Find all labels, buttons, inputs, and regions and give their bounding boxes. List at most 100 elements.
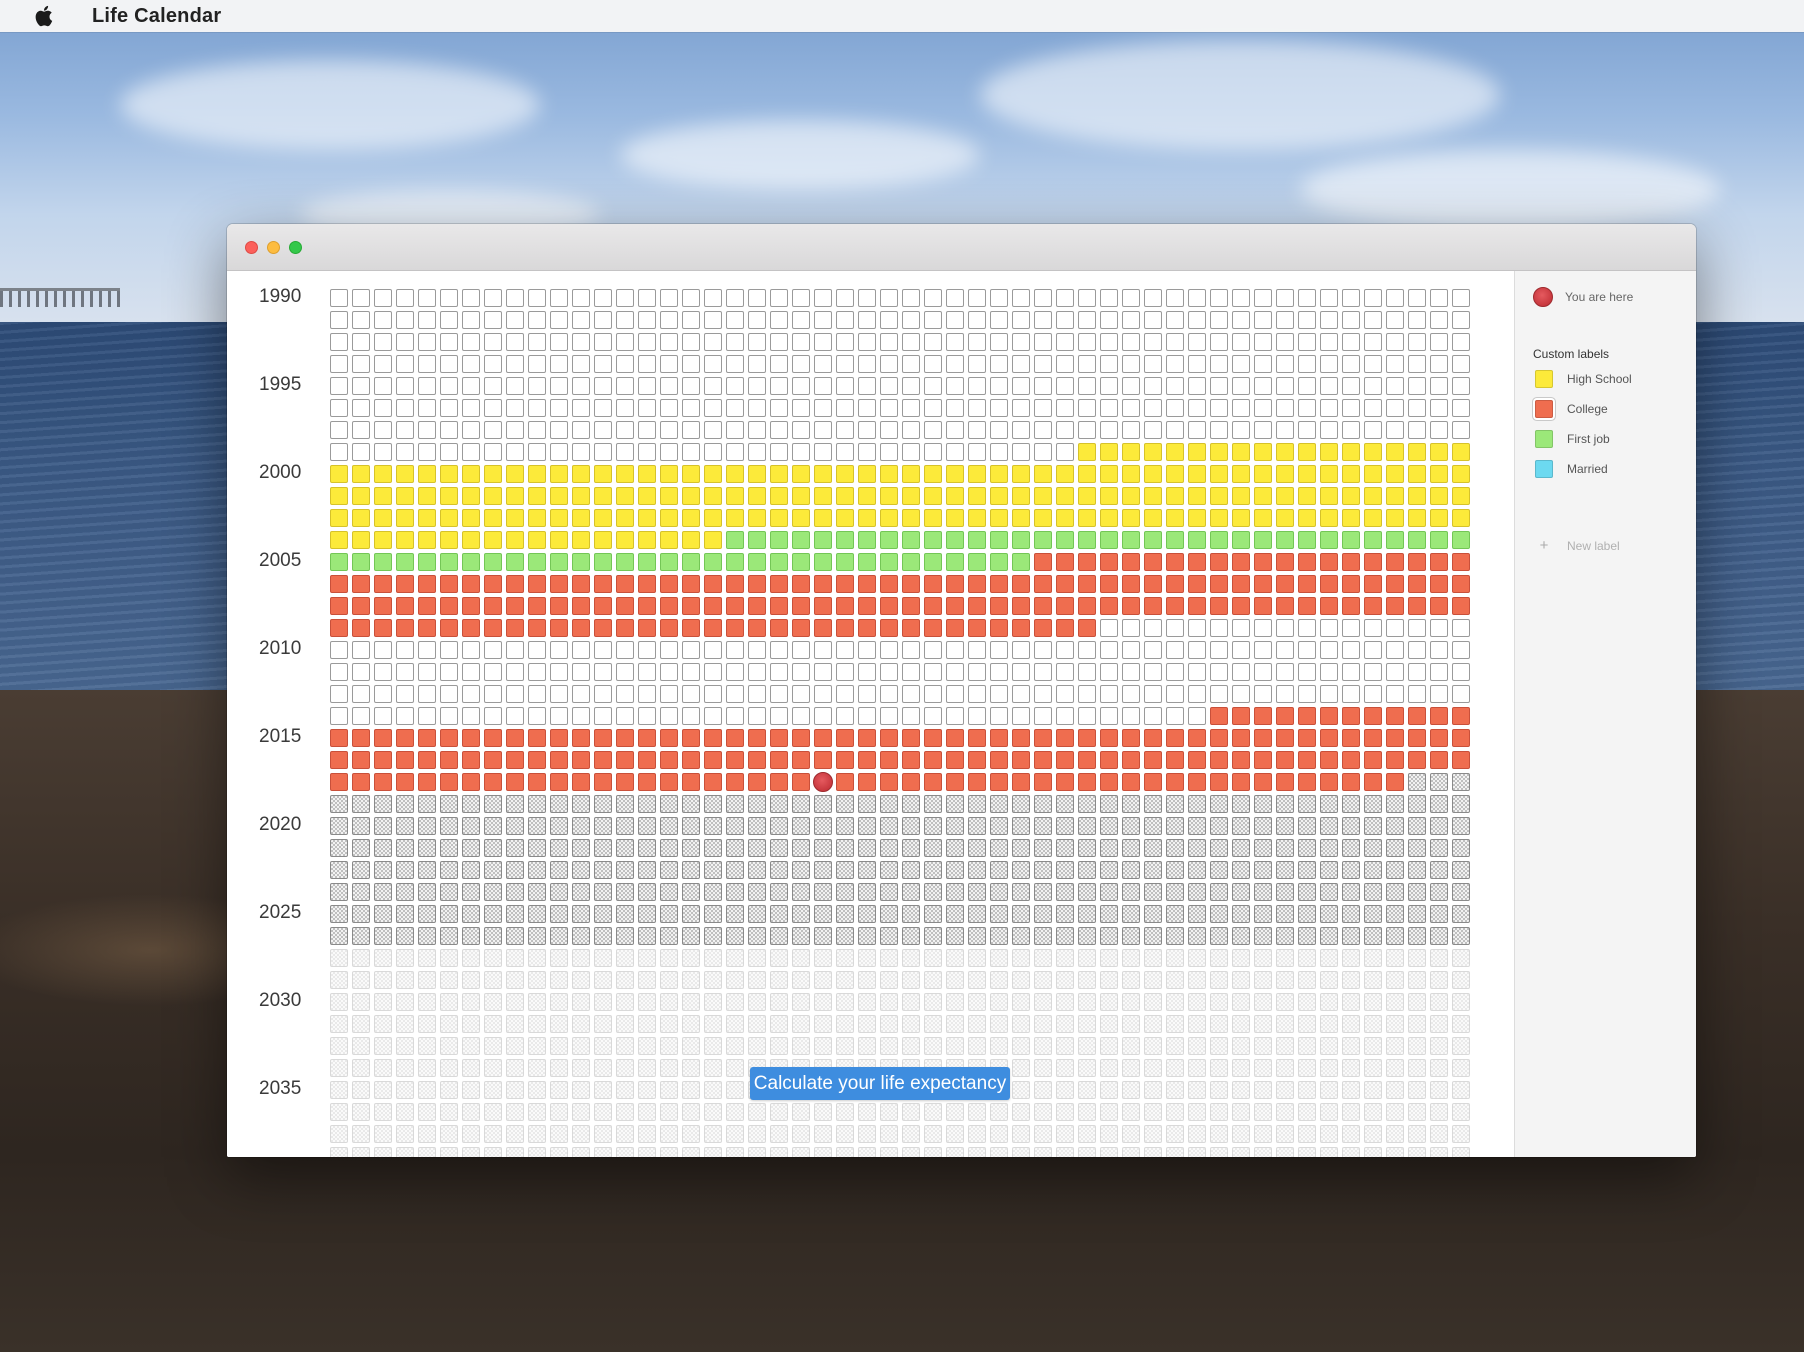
week-cell[interactable] [792,817,810,835]
week-cell[interactable] [1100,377,1118,395]
week-cell[interactable] [550,575,568,593]
week-cell[interactable] [1144,443,1162,461]
week-cell[interactable] [946,795,964,813]
week-cell[interactable] [770,377,788,395]
week-cell[interactable] [968,993,986,1011]
week-cell[interactable] [660,861,678,879]
week-cell[interactable] [374,377,392,395]
week-cell[interactable] [1276,311,1294,329]
week-cell[interactable] [1320,993,1338,1011]
week-cell[interactable] [1342,1081,1360,1099]
week-cell[interactable] [572,311,590,329]
week-cell[interactable] [506,421,524,439]
week-cell[interactable] [946,421,964,439]
week-cell[interactable] [1342,1125,1360,1143]
week-cell[interactable] [1166,751,1184,769]
week-cell[interactable] [1012,751,1030,769]
week-cell[interactable] [968,619,986,637]
week-cell[interactable] [1144,971,1162,989]
week-cell[interactable] [1078,927,1096,945]
week-cell[interactable] [990,993,1008,1011]
week-cell[interactable] [1298,905,1316,923]
week-cell[interactable] [990,949,1008,967]
week-cell[interactable] [1342,597,1360,615]
week-cell[interactable] [1078,1147,1096,1157]
week-cell[interactable] [1320,531,1338,549]
week-cell[interactable] [440,619,458,637]
week-cell[interactable] [1034,993,1052,1011]
week-cell[interactable] [946,311,964,329]
week-cell[interactable] [1100,487,1118,505]
week-cell[interactable] [968,1037,986,1055]
week-cell[interactable] [1430,1147,1448,1157]
week-cell[interactable] [682,773,700,791]
week-cell[interactable] [1056,1125,1074,1143]
week-cell[interactable] [616,993,634,1011]
week-cell[interactable] [704,971,722,989]
week-cell[interactable] [1122,421,1140,439]
week-cell[interactable] [770,355,788,373]
week-cell[interactable] [748,927,766,945]
week-cell[interactable] [506,883,524,901]
week-cell[interactable] [1408,1015,1426,1033]
week-cell[interactable] [1386,377,1404,395]
week-cell[interactable] [528,311,546,329]
week-cell[interactable] [682,707,700,725]
week-cell[interactable] [858,971,876,989]
week-cell[interactable] [1320,377,1338,395]
week-cell[interactable] [1386,1125,1404,1143]
week-cell[interactable] [748,333,766,351]
week-cell[interactable] [682,641,700,659]
week-cell[interactable] [1408,355,1426,373]
week-cell[interactable] [616,1059,634,1077]
week-cell[interactable] [1166,333,1184,351]
week-cell[interactable] [484,663,502,681]
week-cell[interactable] [352,949,370,967]
week-cell[interactable] [1232,993,1250,1011]
week-cell[interactable] [1254,883,1272,901]
week-cell[interactable] [1100,707,1118,725]
week-cell[interactable] [880,663,898,681]
week-cell[interactable] [528,553,546,571]
week-cell[interactable] [572,707,590,725]
week-cell[interactable] [704,729,722,747]
custom-label-item[interactable]: College [1535,400,1608,418]
week-cell[interactable] [748,1147,766,1157]
week-cell[interactable] [396,333,414,351]
week-cell[interactable] [1188,575,1206,593]
week-cell[interactable] [1232,949,1250,967]
week-cell[interactable] [1386,355,1404,373]
week-cell[interactable] [506,861,524,879]
week-cell[interactable] [1034,773,1052,791]
week-cell[interactable] [968,1147,986,1157]
week-cell[interactable] [902,377,920,395]
week-cell[interactable] [1122,839,1140,857]
week-cell[interactable] [1408,1103,1426,1121]
week-cell[interactable] [858,399,876,417]
week-cell[interactable] [1232,1015,1250,1033]
week-cell[interactable] [1188,1059,1206,1077]
week-cell[interactable] [1386,487,1404,505]
week-cell[interactable] [1298,817,1316,835]
week-cell[interactable] [1408,1059,1426,1077]
week-cell[interactable] [440,1125,458,1143]
week-cell[interactable] [1364,729,1382,747]
week-cell[interactable] [682,861,700,879]
week-cell[interactable] [726,443,744,461]
week-cell[interactable] [638,355,656,373]
week-cell[interactable] [528,597,546,615]
week-cell[interactable] [660,465,678,483]
week-cell[interactable] [990,355,1008,373]
week-cell[interactable] [396,289,414,307]
week-cell[interactable] [1386,553,1404,571]
week-cell[interactable] [968,971,986,989]
week-cell[interactable] [1254,927,1272,945]
week-cell[interactable] [1232,641,1250,659]
week-cell[interactable] [814,993,832,1011]
week-cell[interactable] [1034,861,1052,879]
week-cell[interactable] [880,883,898,901]
week-cell[interactable] [1232,795,1250,813]
week-cell[interactable] [1342,707,1360,725]
week-cell[interactable] [770,927,788,945]
week-cell[interactable] [1364,641,1382,659]
